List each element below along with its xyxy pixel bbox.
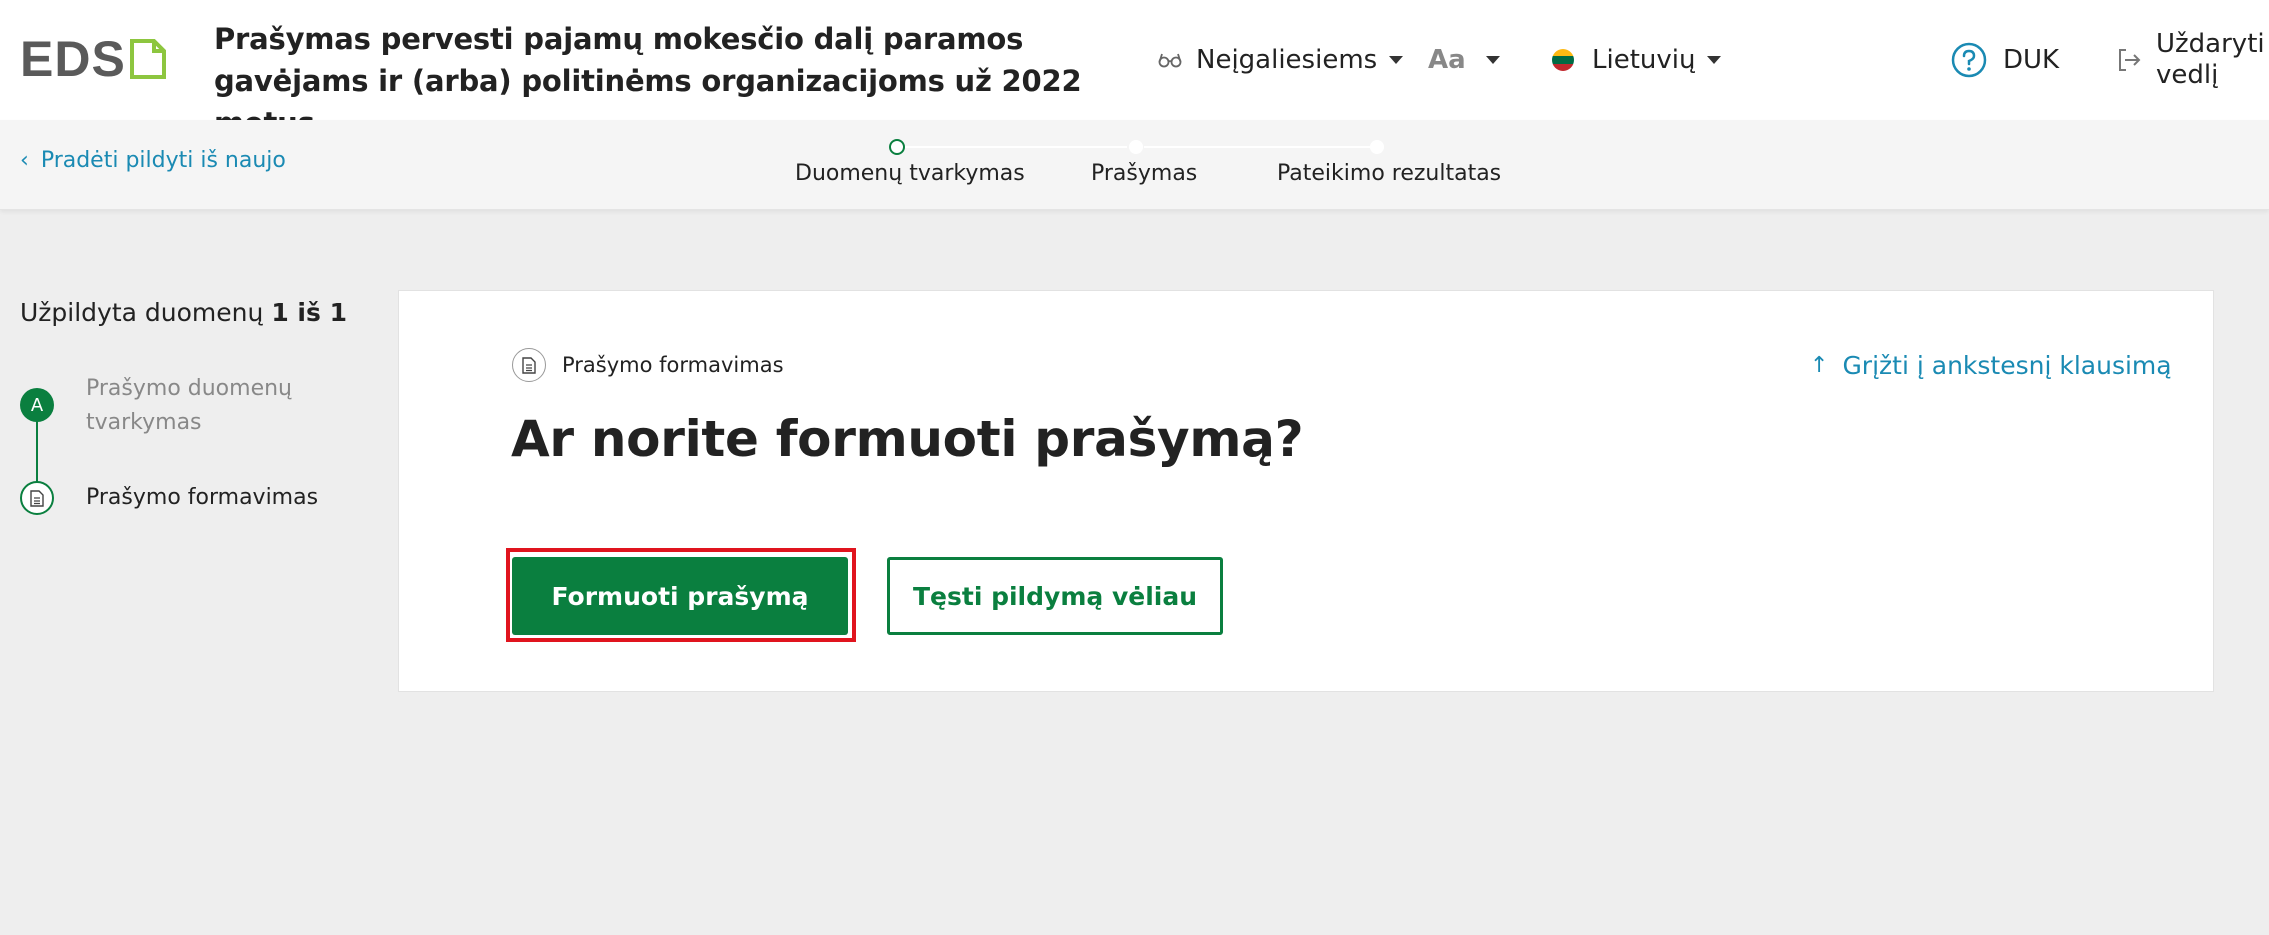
continue-later-button[interactable]: Tęsti pildymą vėliau (887, 557, 1223, 635)
breadcrumb: Prašymo formavimas (512, 348, 784, 382)
stepper-connector (1144, 146, 1375, 148)
language-label: Lietuvių (1592, 45, 1696, 75)
step-label: Duomenų tvarkymas (795, 161, 1025, 186)
chevron-down-icon (1485, 56, 1500, 64)
form-request-button[interactable]: Formuoti prašymą (512, 557, 848, 635)
sidebar-item-label: tvarkymas (86, 410, 202, 435)
progress-prefix: Užpildyta duomenų (20, 298, 264, 327)
previous-question-link[interactable]: ↑ Grįžti į ankstesnį klausimą (1810, 348, 2172, 382)
chevron-down-icon (1707, 56, 1722, 64)
step-dot-current (889, 139, 905, 155)
glasses-icon (1158, 53, 1182, 68)
sidebar-connector (36, 420, 38, 486)
logo-document-icon (129, 39, 166, 79)
step-dot (1370, 140, 1384, 154)
app-header: EDS Prašymas pervesti pajamų mokesčio da… (0, 0, 2269, 140)
sidebar-progress: Užpildyta duomenų 1 iš 1 (20, 298, 347, 327)
step-label: Prašymas (1091, 161, 1198, 186)
lithuania-flag-icon (1552, 49, 1574, 71)
logo-text: EDS (20, 31, 126, 87)
language-menu[interactable]: Lietuvių (1552, 0, 1722, 120)
stepper-connector (905, 146, 1127, 148)
close-wizard-link[interactable]: Uždaryti vedlį (2116, 0, 2265, 120)
document-icon (512, 348, 546, 382)
arrow-up-icon: ↑ (1810, 352, 1829, 378)
sidebar-item-label: Prašymo duomenų (86, 376, 292, 401)
restart-link[interactable]: ‹ Pradėti pildyti iš naujo (20, 148, 286, 173)
font-size-label: Aa (1428, 45, 1466, 75)
step-a-letter: A (30, 394, 44, 416)
chevron-left-icon: ‹ (20, 148, 29, 173)
breadcrumb-label: Prašymo formavimas (562, 353, 784, 377)
step-dot (1129, 140, 1143, 154)
question-heading: Ar norite formuoti prašymą? (511, 410, 1304, 468)
faq-label: DUK (2003, 45, 2060, 75)
step-current-badge (20, 481, 54, 515)
eds-logo[interactable]: EDS (20, 34, 166, 84)
close-label-line1: Uždaryti (2156, 29, 2265, 59)
restart-label: Pradėti pildyti iš naujo (40, 148, 286, 173)
sidebar-item-data-processing[interactable]: Prašymo duomenų tvarkymas (86, 372, 292, 440)
close-label-line2: vedlį (2156, 60, 2219, 90)
step-label: Pateikimo rezultatas (1277, 161, 1502, 186)
accessibility-label: Neįgaliesiems (1196, 45, 1378, 75)
sidebar-item-label: Prašymo formavimas (86, 485, 319, 510)
previous-question-label: Grįžti į ankstesnį klausimą (1842, 350, 2172, 380)
progress-value: 1 iš 1 (271, 298, 347, 327)
faq-link[interactable]: DUK (1951, 0, 2059, 120)
chevron-down-icon (1389, 56, 1404, 64)
document-icon (30, 489, 44, 507)
accessibility-menu[interactable]: Neįgaliesiems (1158, 0, 1404, 120)
step-a-badge: A (20, 388, 54, 422)
sidebar-item-request-forming[interactable]: Prašymo formavimas (86, 481, 318, 515)
question-circle-icon (1951, 42, 1987, 78)
font-size-menu[interactable]: Aa (1428, 0, 1500, 120)
exit-icon (2119, 49, 2141, 71)
